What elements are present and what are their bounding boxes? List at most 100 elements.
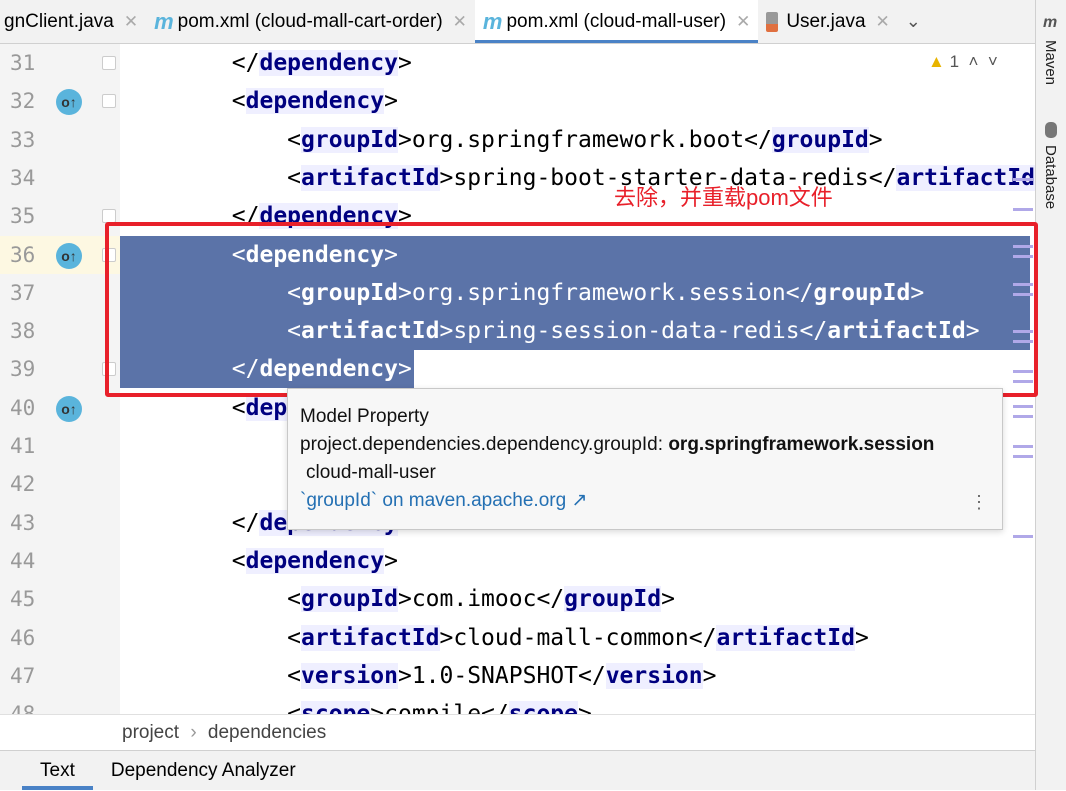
code-line[interactable]: 31 </dependency> bbox=[0, 44, 1035, 82]
scrollbar-marker[interactable] bbox=[1013, 405, 1033, 408]
xml-text: > bbox=[855, 625, 869, 651]
scrollbar-marker[interactable] bbox=[1013, 283, 1033, 286]
fold-marker-icon[interactable] bbox=[102, 94, 116, 108]
line-number: 31 bbox=[10, 44, 50, 82]
tab-text[interactable]: Text bbox=[22, 751, 93, 790]
editor-tab[interactable]: User.java ✕ bbox=[758, 0, 897, 44]
code-line[interactable]: 34 <artifactId>spring-boot-starter-data-… bbox=[0, 159, 1035, 197]
scrollbar-marker[interactable] bbox=[1013, 178, 1033, 181]
scrollbar-marker[interactable] bbox=[1013, 255, 1033, 258]
maven-tool-button[interactable]: Maven bbox=[1042, 40, 1059, 85]
xml-tag-name: version bbox=[606, 663, 703, 689]
scrollbar-marker[interactable] bbox=[1013, 445, 1033, 448]
code-line[interactable]: 32o↑ <dependency> bbox=[0, 82, 1035, 120]
line-number: 34 bbox=[10, 159, 50, 197]
breadcrumb-dependencies[interactable]: dependencies bbox=[208, 722, 326, 743]
xml-text: < bbox=[287, 127, 301, 153]
override-gutter-icon[interactable]: o↑ bbox=[56, 89, 82, 115]
xml-text: > bbox=[869, 127, 883, 153]
xml-tag-name: version bbox=[301, 663, 398, 689]
property-value: org.springframework.session bbox=[668, 434, 934, 455]
xml-tag-name: groupId bbox=[301, 127, 398, 153]
code-line[interactable]: 48 <scope>compile</scope> bbox=[0, 695, 1035, 714]
xml-text: < bbox=[287, 625, 301, 651]
close-icon[interactable]: ✕ bbox=[453, 12, 467, 32]
scrollbar-marker[interactable] bbox=[1013, 380, 1033, 383]
xml-text: > bbox=[578, 701, 592, 714]
xml-text: >com.imooc</ bbox=[398, 586, 564, 612]
code-line[interactable]: 33 <groupId>org.springframework.boot</gr… bbox=[0, 121, 1035, 159]
inspection-widget[interactable]: ▲ 1 ˄ ˅ bbox=[928, 52, 998, 72]
xml-tag-name: groupId bbox=[772, 127, 869, 153]
xml-text: > bbox=[398, 50, 412, 76]
xml-tag-name: dependency bbox=[259, 50, 397, 76]
editor-tab[interactable]: mpom.xml (cloud-mall-user)✕ bbox=[475, 0, 758, 44]
xml-text: > bbox=[661, 586, 675, 612]
fold-marker-icon[interactable] bbox=[102, 56, 116, 70]
xml-tag-name: artifactId bbox=[301, 625, 439, 651]
database-tool-button[interactable]: Database bbox=[1042, 145, 1059, 209]
code-text bbox=[121, 465, 287, 503]
prev-highlight-icon[interactable]: ˄ bbox=[968, 52, 978, 71]
code-line[interactable]: 46 <artifactId>cloud-mall-common</artifa… bbox=[0, 619, 1035, 657]
line-number: 45 bbox=[10, 580, 50, 618]
xml-text: < bbox=[287, 663, 301, 689]
tab-list-chevron-icon[interactable]: ⌄ bbox=[906, 11, 921, 32]
close-icon[interactable]: ✕ bbox=[736, 12, 750, 32]
code-line[interactable]: 45 <groupId>com.imooc</groupId> bbox=[0, 580, 1035, 618]
scrollbar-marker[interactable] bbox=[1013, 208, 1033, 211]
line-number: 35 bbox=[10, 197, 50, 235]
xml-tag-name: groupId bbox=[564, 586, 661, 612]
tab-dependency-analyzer[interactable]: Dependency Analyzer bbox=[93, 751, 314, 790]
override-gutter-icon[interactable]: o↑ bbox=[56, 396, 82, 422]
editor-tab[interactable]: mpom.xml (cloud-mall-cart-order)✕ bbox=[146, 0, 475, 44]
java-icon bbox=[766, 12, 778, 32]
code-line[interactable]: 44 <dependency> bbox=[0, 542, 1035, 580]
override-gutter-icon[interactable]: o↑ bbox=[56, 243, 82, 269]
tab-label: pom.xml (cloud-mall-cart-order) bbox=[178, 11, 443, 33]
xml-text: >compile</ bbox=[370, 701, 508, 714]
xml-tag-name: groupId bbox=[301, 586, 398, 612]
scrollbar-marker[interactable] bbox=[1013, 293, 1033, 296]
xml-tag-name: scope bbox=[509, 701, 578, 714]
scrollbar-marker[interactable] bbox=[1013, 245, 1033, 248]
more-options-icon[interactable]: ⋮ bbox=[970, 492, 988, 513]
xml-text: </ bbox=[232, 50, 260, 76]
xml-text: > bbox=[384, 88, 398, 114]
editor-tab[interactable]: gnClient.java ✕ bbox=[0, 0, 146, 44]
module-name: cloud-mall-user bbox=[300, 459, 990, 487]
maven-docs-link[interactable]: `groupId` on maven.apache.org ↗ bbox=[300, 490, 587, 511]
scrollbar-marker[interactable] bbox=[1013, 330, 1033, 333]
code-line[interactable]: 47 <version>1.0-SNAPSHOT</version> bbox=[0, 657, 1035, 695]
line-number: 42 bbox=[10, 465, 50, 503]
code-text: </dependency> bbox=[121, 44, 412, 82]
line-number: 33 bbox=[10, 121, 50, 159]
scrollbar-marker[interactable] bbox=[1013, 455, 1033, 458]
scrollbar-marker[interactable] bbox=[1013, 370, 1033, 373]
xml-text: > bbox=[703, 663, 717, 689]
code-text: <artifactId>spring-boot-starter-data-red… bbox=[121, 159, 1035, 197]
database-icon[interactable] bbox=[1045, 122, 1057, 138]
breadcrumb-project[interactable]: project bbox=[122, 722, 179, 743]
xml-text: > bbox=[384, 548, 398, 574]
maven-icon[interactable]: m bbox=[1043, 14, 1057, 32]
xml-tag-name: dependency bbox=[246, 88, 384, 114]
tab-label: User.java bbox=[786, 11, 865, 33]
tab-label: pom.xml (cloud-mall-user) bbox=[506, 11, 726, 33]
xml-text: < bbox=[232, 88, 246, 114]
line-number: 32 bbox=[10, 82, 50, 120]
next-highlight-icon[interactable]: ˅ bbox=[988, 52, 998, 71]
scrollbar-marker[interactable] bbox=[1013, 535, 1033, 538]
breadcrumb: project › dependencies bbox=[0, 714, 1035, 750]
scrollbar-marker[interactable] bbox=[1013, 340, 1033, 343]
close-icon[interactable]: ✕ bbox=[124, 12, 138, 32]
code-text: <dependency> bbox=[121, 82, 398, 120]
close-icon[interactable]: ✕ bbox=[876, 12, 890, 32]
line-number: 46 bbox=[10, 619, 50, 657]
xml-text: >org.springframework.boot</ bbox=[398, 127, 772, 153]
model-property-popup: Model Property project.dependencies.depe… bbox=[287, 388, 1003, 530]
tab-label: gnClient.java bbox=[4, 11, 114, 33]
line-number: 41 bbox=[10, 427, 50, 465]
xml-text: < bbox=[287, 586, 301, 612]
scrollbar-marker[interactable] bbox=[1013, 415, 1033, 418]
